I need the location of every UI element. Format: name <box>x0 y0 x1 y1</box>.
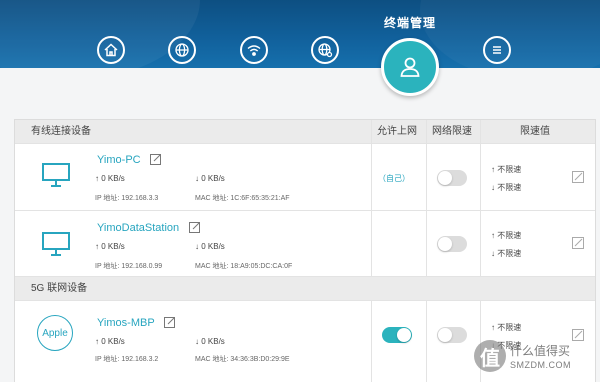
throttle-toggle[interactable] <box>437 170 467 186</box>
edit-limit-icon[interactable] <box>572 171 584 183</box>
throttle-toggle[interactable] <box>437 236 467 252</box>
table-row[interactable]: YimoDataStation ↑ 0 KB/s ↓ 0 KB/s IP 地址:… <box>15 211 595 277</box>
monitor-icon <box>42 232 70 256</box>
mac-address: MAC 地址: 18:A9:05:DC:CA:0F <box>195 263 293 270</box>
upload-limit: ↑ 不限速 <box>491 165 522 174</box>
self-badge: （自己） <box>378 174 410 183</box>
watermark: 值 什么值得买 SMZDM.COM <box>474 336 598 380</box>
mac-address: MAC 地址: 1C:6F:65:35:21:AF <box>195 195 290 202</box>
device-name: Yimo-PC <box>97 154 141 166</box>
section-header-5g: 5G 联网设备 <box>15 277 595 301</box>
limit-value-header: 限速值 <box>520 126 550 137</box>
menu-icon[interactable] <box>483 36 511 64</box>
upload-limit: ↑ 不限速 <box>491 323 522 332</box>
mac-address: MAC 地址: 34:36:3B:D0:29:9E <box>195 356 290 363</box>
table-row[interactable]: Yimo-PC ↑ 0 KB/s ↓ 0 KB/s IP 地址: 192.168… <box>15 144 595 211</box>
download-speed: ↓ 0 KB/s <box>195 174 225 183</box>
wifi-icon[interactable] <box>240 36 268 64</box>
terminal-management-tab[interactable] <box>381 38 439 96</box>
watermark-badge: 值 <box>474 340 506 372</box>
throttle-toggle[interactable] <box>437 327 467 343</box>
download-limit: ↓ 不限速 <box>491 183 522 192</box>
watermark-text: 什么值得买 <box>510 344 571 358</box>
upload-speed: ↑ 0 KB/s <box>95 337 125 346</box>
edit-limit-icon[interactable] <box>572 237 584 249</box>
apple-logo-icon: Apple <box>37 315 73 351</box>
upload-limit: ↑ 不限速 <box>491 231 522 240</box>
download-speed: ↓ 0 KB/s <box>195 337 225 346</box>
allow-internet-toggle[interactable] <box>382 327 412 343</box>
download-limit: ↓ 不限速 <box>491 249 522 258</box>
wired-devices-header: 有线连接设备 <box>31 126 91 137</box>
user-icon <box>400 57 420 77</box>
globe-settings-icon[interactable] <box>311 36 339 64</box>
top-nav-bar: 终端管理 <box>0 0 600 68</box>
edit-icon[interactable] <box>189 221 201 233</box>
globe-icon[interactable] <box>168 36 196 64</box>
allow-internet-header: 允许上网 <box>377 126 417 137</box>
page-title: 终端管理 <box>383 16 436 30</box>
device-name: YimoDataStation <box>97 222 180 234</box>
edit-icon[interactable] <box>150 153 162 165</box>
throttle-header: 网络限速 <box>432 126 472 137</box>
upload-speed: ↑ 0 KB/s <box>95 174 125 183</box>
watermark-url: SMZDM.COM <box>510 360 571 370</box>
monitor-icon <box>42 163 70 187</box>
home-icon[interactable] <box>97 36 125 64</box>
section-5g-label: 5G 联网设备 <box>31 283 88 294</box>
ip-address: IP 地址: 192.168.0.99 <box>95 263 163 270</box>
upload-speed: ↑ 0 KB/s <box>95 242 125 251</box>
edit-icon[interactable] <box>164 316 176 328</box>
download-speed: ↓ 0 KB/s <box>195 242 225 251</box>
table-header: 有线连接设备 允许上网 网络限速 限速值 <box>15 120 595 144</box>
ip-address: IP 地址: 192.168.3.2 <box>95 356 159 363</box>
ip-address: IP 地址: 192.168.3.3 <box>95 195 159 202</box>
device-name: Yimos-MBP <box>97 317 155 329</box>
